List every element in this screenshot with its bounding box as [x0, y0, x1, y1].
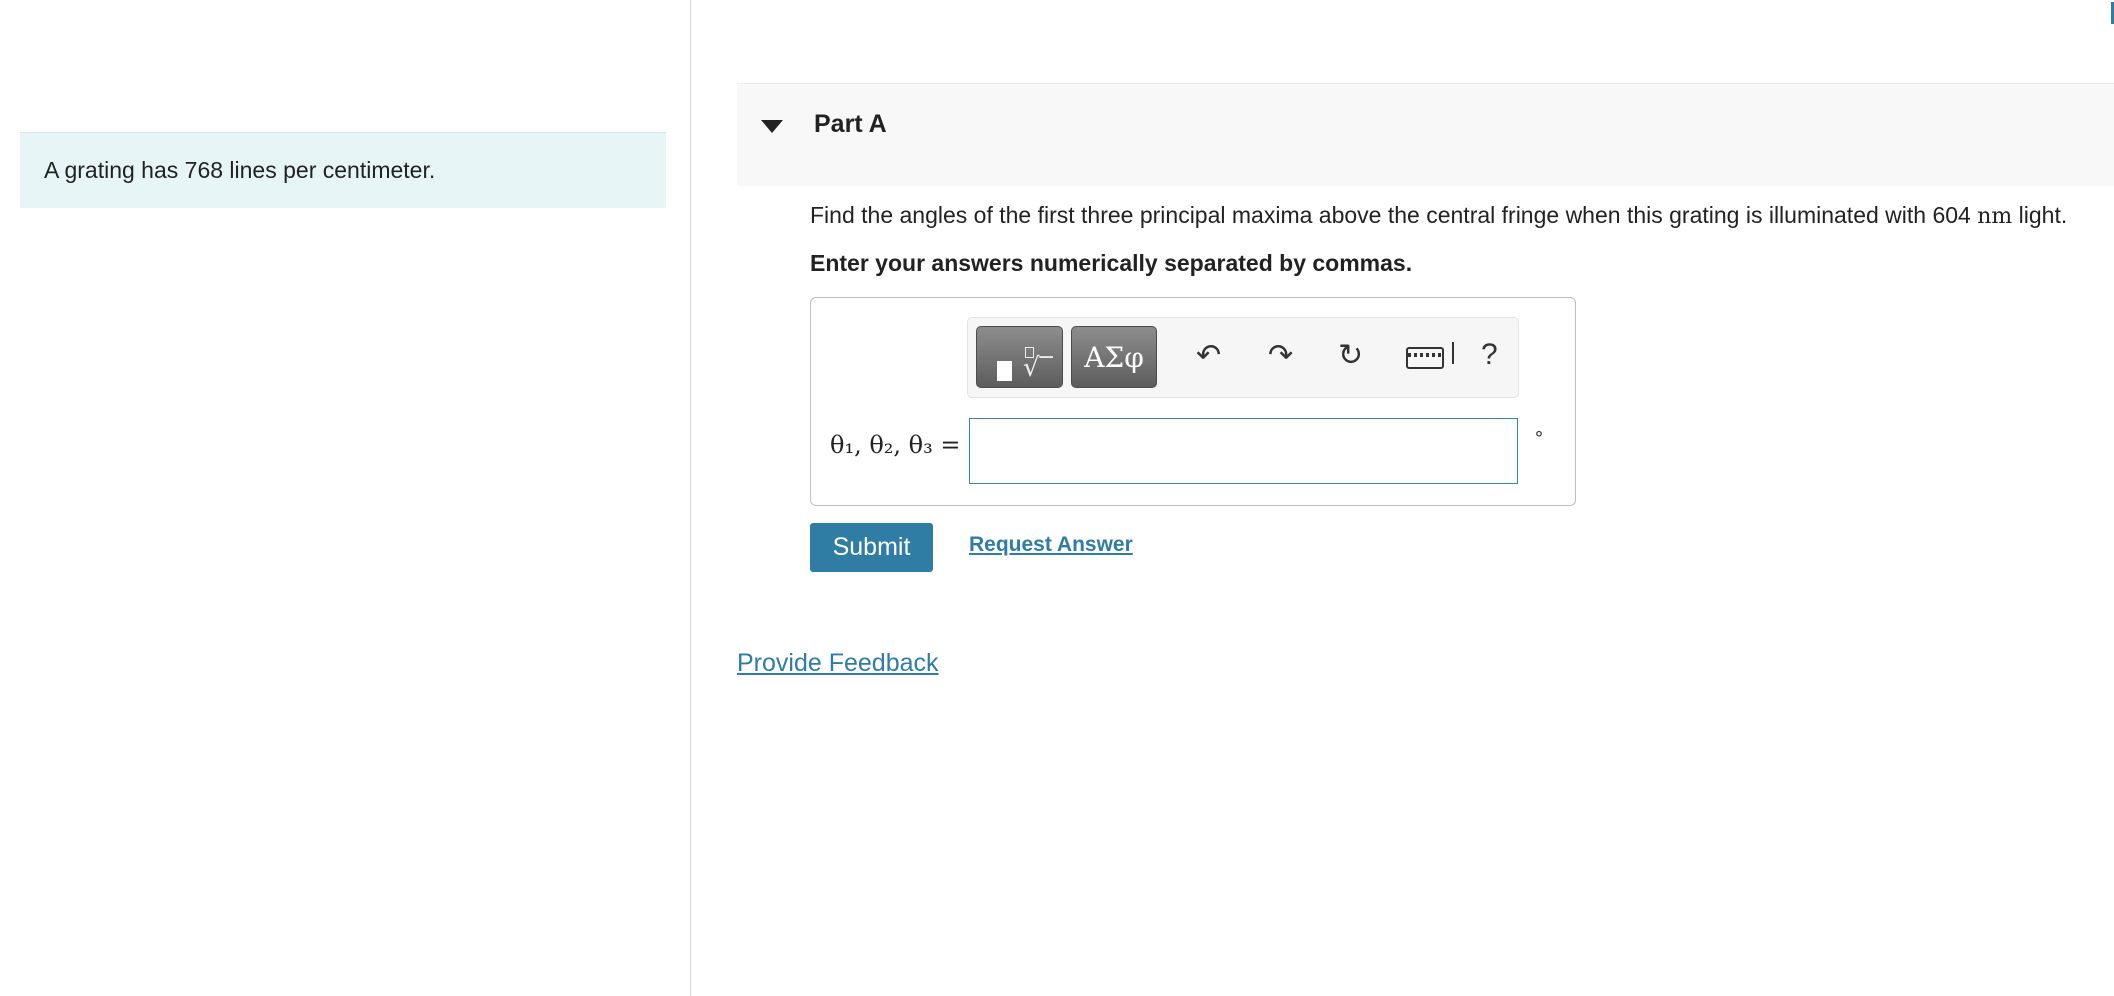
- submit-button[interactable]: Submit: [810, 523, 933, 572]
- question-unit: nm: [1977, 204, 2013, 229]
- keyboard-icon[interactable]: [1406, 342, 1454, 377]
- collapse-caret-icon[interactable]: [761, 120, 783, 133]
- question-text-after: light.: [2012, 202, 2068, 228]
- pane-divider: [690, 0, 691, 996]
- part-title: Part A: [814, 110, 887, 138]
- problem-intro: A grating has 768 lines per centimeter.: [20, 132, 666, 208]
- provide-feedback-link[interactable]: Provide Feedback: [737, 649, 939, 678]
- sqrt-icon: √‾: [1023, 353, 1053, 383]
- question-text: Find the angles of the first three princ…: [810, 202, 2067, 229]
- templates-icon: [997, 361, 1012, 381]
- math-toolbar: √‾ ΑΣφ ↶ ↷ ↻ ?: [967, 317, 1519, 398]
- reset-icon[interactable]: ↻: [1338, 338, 1363, 373]
- answer-label: θ₁, θ₂, θ₃ =: [830, 431, 961, 459]
- answer-box: √‾ ΑΣφ ↶ ↷ ↻ ? θ₁, θ₂, θ₃ = °: [810, 297, 1576, 506]
- templates-button[interactable]: √‾: [976, 326, 1063, 388]
- request-answer-link[interactable]: Request Answer: [969, 533, 1133, 557]
- degree-unit: °: [1535, 428, 1543, 450]
- problem-intro-text: A grating has 768 lines per centimeter.: [44, 157, 436, 183]
- left-pane: A grating has 768 lines per centimeter.: [0, 0, 690, 996]
- undo-icon[interactable]: ↶: [1196, 338, 1221, 373]
- greek-letters-button[interactable]: ΑΣφ: [1071, 326, 1157, 388]
- answer-input[interactable]: [969, 418, 1518, 484]
- part-header[interactable]: Part A: [737, 83, 2114, 186]
- redo-icon[interactable]: ↷: [1268, 338, 1293, 373]
- help-icon[interactable]: ?: [1481, 338, 1498, 372]
- answer-instruction: Enter your answers numerically separated…: [810, 250, 1413, 276]
- question-text-before: Find the angles of the first three princ…: [810, 202, 1978, 228]
